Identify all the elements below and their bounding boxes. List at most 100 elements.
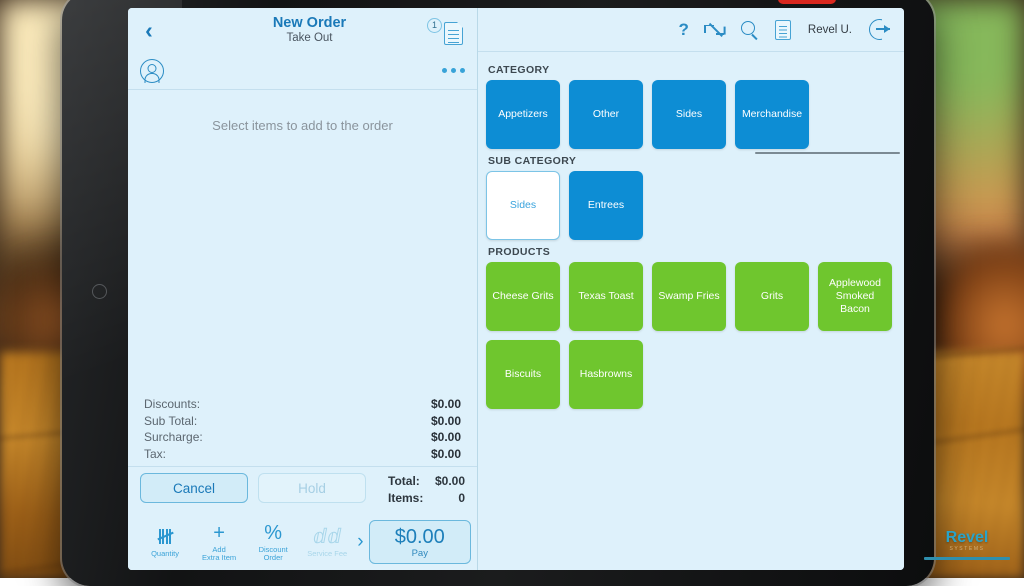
document-icon [444,22,463,45]
summary-value: $0.00 [431,396,461,413]
product-tile-grits[interactable]: Grits [735,262,809,331]
pay-button-label: Pay [412,548,428,559]
items-count-label: Items: [388,490,423,507]
tally-marks-icon [159,526,171,548]
menu-header: ? Revel U. [478,8,904,52]
items-count-value: 0 [458,490,465,507]
grand-totals: Total: $0.00 Items: 0 [376,473,465,506]
hold-button-label: Hold [298,481,326,496]
summary-row: Discounts: $0.00 [144,396,461,413]
product-tile-label: Grits [761,290,783,303]
empty-cart-message: Select items to add to the order [128,118,477,133]
product-tile-texas-toast[interactable]: Texas Toast [569,262,643,331]
quantity-button-label: Quantity [151,550,179,559]
order-title-block: New Order Take Out [152,15,467,46]
order-items-list[interactable]: Select items to add to the order [128,90,477,396]
product-tile-label: Biscuits [505,368,541,381]
subcategory-tile-entrees[interactable]: Entrees [569,171,643,240]
app-screen: ‹ New Order Take Out 1 [128,8,904,570]
open-orders-badge: 1 [427,18,442,33]
plus-icon: + [213,522,225,544]
category-tile-label: Merchandise [742,108,802,121]
add-extra-item-label-line2: Extra Item [202,553,236,562]
order-panel: ‹ New Order Take Out 1 [128,8,478,570]
discount-order-button[interactable]: % Discount Order [246,517,300,567]
hold-button[interactable]: Hold [258,473,366,503]
add-extra-item-button[interactable]: + Add Extra Item [192,517,246,567]
document-icon[interactable] [775,20,791,40]
toolbar-next-arrow[interactable]: › [354,531,366,553]
service-fee-icon: ⅆⅆ [313,526,341,548]
status-notch [778,0,836,4]
category-section-label: CATEGORY [488,64,904,76]
items-count-row: Items: 0 [388,490,465,507]
grand-total-row: Total: $0.00 [388,473,465,490]
pay-amount: $0.00 [395,526,445,548]
help-icon[interactable]: ? [679,20,689,40]
summary-label: Tax: [144,446,166,463]
summary-row: Sub Total: $0.00 [144,413,461,430]
summary-label: Surcharge: [144,429,203,446]
service-fee-label: Service Fee [307,550,347,559]
product-tile-label: Applewood Smoked Bacon [821,277,889,316]
order-actions: Cancel Hold Total: $0.00 Items: 0 [128,466,477,514]
product-tile-label: Texas Toast [578,290,633,303]
category-scrollbar[interactable] [755,152,900,154]
subcategory-tile-label: Sides [510,199,536,212]
product-tile-hasbrowns[interactable]: Hasbrowns [569,340,643,409]
product-tile-applewood-smoked-bacon[interactable]: Applewood Smoked Bacon [818,262,892,331]
product-tile-biscuits[interactable]: Biscuits [486,340,560,409]
summary-value: $0.00 [431,413,461,430]
order-header: ‹ New Order Take Out 1 [128,8,477,52]
summary-value: $0.00 [431,429,461,446]
more-options-button[interactable] [442,68,465,73]
category-tile-sides[interactable]: Sides [652,80,726,149]
home-button[interactable] [92,284,107,299]
user-name-label: Revel U. [808,24,852,36]
pay-button[interactable]: $0.00 Pay [369,520,471,564]
order-summary: Discounts: $0.00 Sub Total: $0.00 Surcha… [128,396,477,466]
category-tile-label: Appetizers [498,108,548,121]
percent-icon: % [264,522,282,544]
menu-panel: ? Revel U. CATEGORY [478,8,904,570]
subcategory-tile-label: Entrees [588,199,624,212]
category-tile-merchandise[interactable]: Merchandise [735,80,809,149]
subcategory-section-label: SUB CATEGORY [488,155,904,167]
cancel-button[interactable]: Cancel [140,473,248,503]
bottom-toolbar: Quantity + Add Extra Item % Discount Ord… [128,514,477,570]
product-tile-label: Swamp Fries [658,290,719,303]
cancel-button-label: Cancel [173,481,215,496]
search-icon[interactable] [741,21,758,38]
dot [442,68,447,73]
summary-row: Tax: $0.00 [144,446,461,463]
product-tile-cheese-grits[interactable]: Cheese Grits [486,262,560,331]
customer-avatar-icon[interactable] [140,59,164,83]
subcategory-tile-sides[interactable]: Sides [486,171,560,240]
summary-label: Discounts: [144,396,200,413]
logout-icon[interactable] [869,19,890,40]
service-fee-button[interactable]: ⅆⅆ Service Fee [300,517,354,567]
order-type-label: Take Out [152,31,467,46]
products-section-label: PRODUCTS [488,246,904,258]
page-title: New Order [152,15,467,31]
summary-row: Surcharge: $0.00 [144,429,461,446]
category-tile-appetizers[interactable]: Appetizers [486,80,560,149]
category-tile-label: Sides [676,108,702,121]
grand-total-label: Total: [388,473,420,490]
category-tile-label: Other [593,108,619,121]
dot [451,68,456,73]
open-orders-button[interactable]: 1 [427,18,463,46]
menu-body: CATEGORY Appetizers Other Sides Merchand… [478,52,904,570]
category-tile-other[interactable]: Other [569,80,643,149]
dot [460,68,465,73]
product-tiles: Cheese Grits Texas Toast Swamp Fries Gri… [486,262,904,409]
expand-diagonal-icon[interactable] [706,21,724,39]
customer-row [128,52,477,90]
product-tile-label: Cheese Grits [492,290,553,303]
quantity-button[interactable]: Quantity [138,517,192,567]
summary-value: $0.00 [431,446,461,463]
discount-order-label-line2: Order [264,553,283,562]
summary-label: Sub Total: [144,413,197,430]
category-tiles: Appetizers Other Sides Merchandise [486,80,904,149]
product-tile-swamp-fries[interactable]: Swamp Fries [652,262,726,331]
